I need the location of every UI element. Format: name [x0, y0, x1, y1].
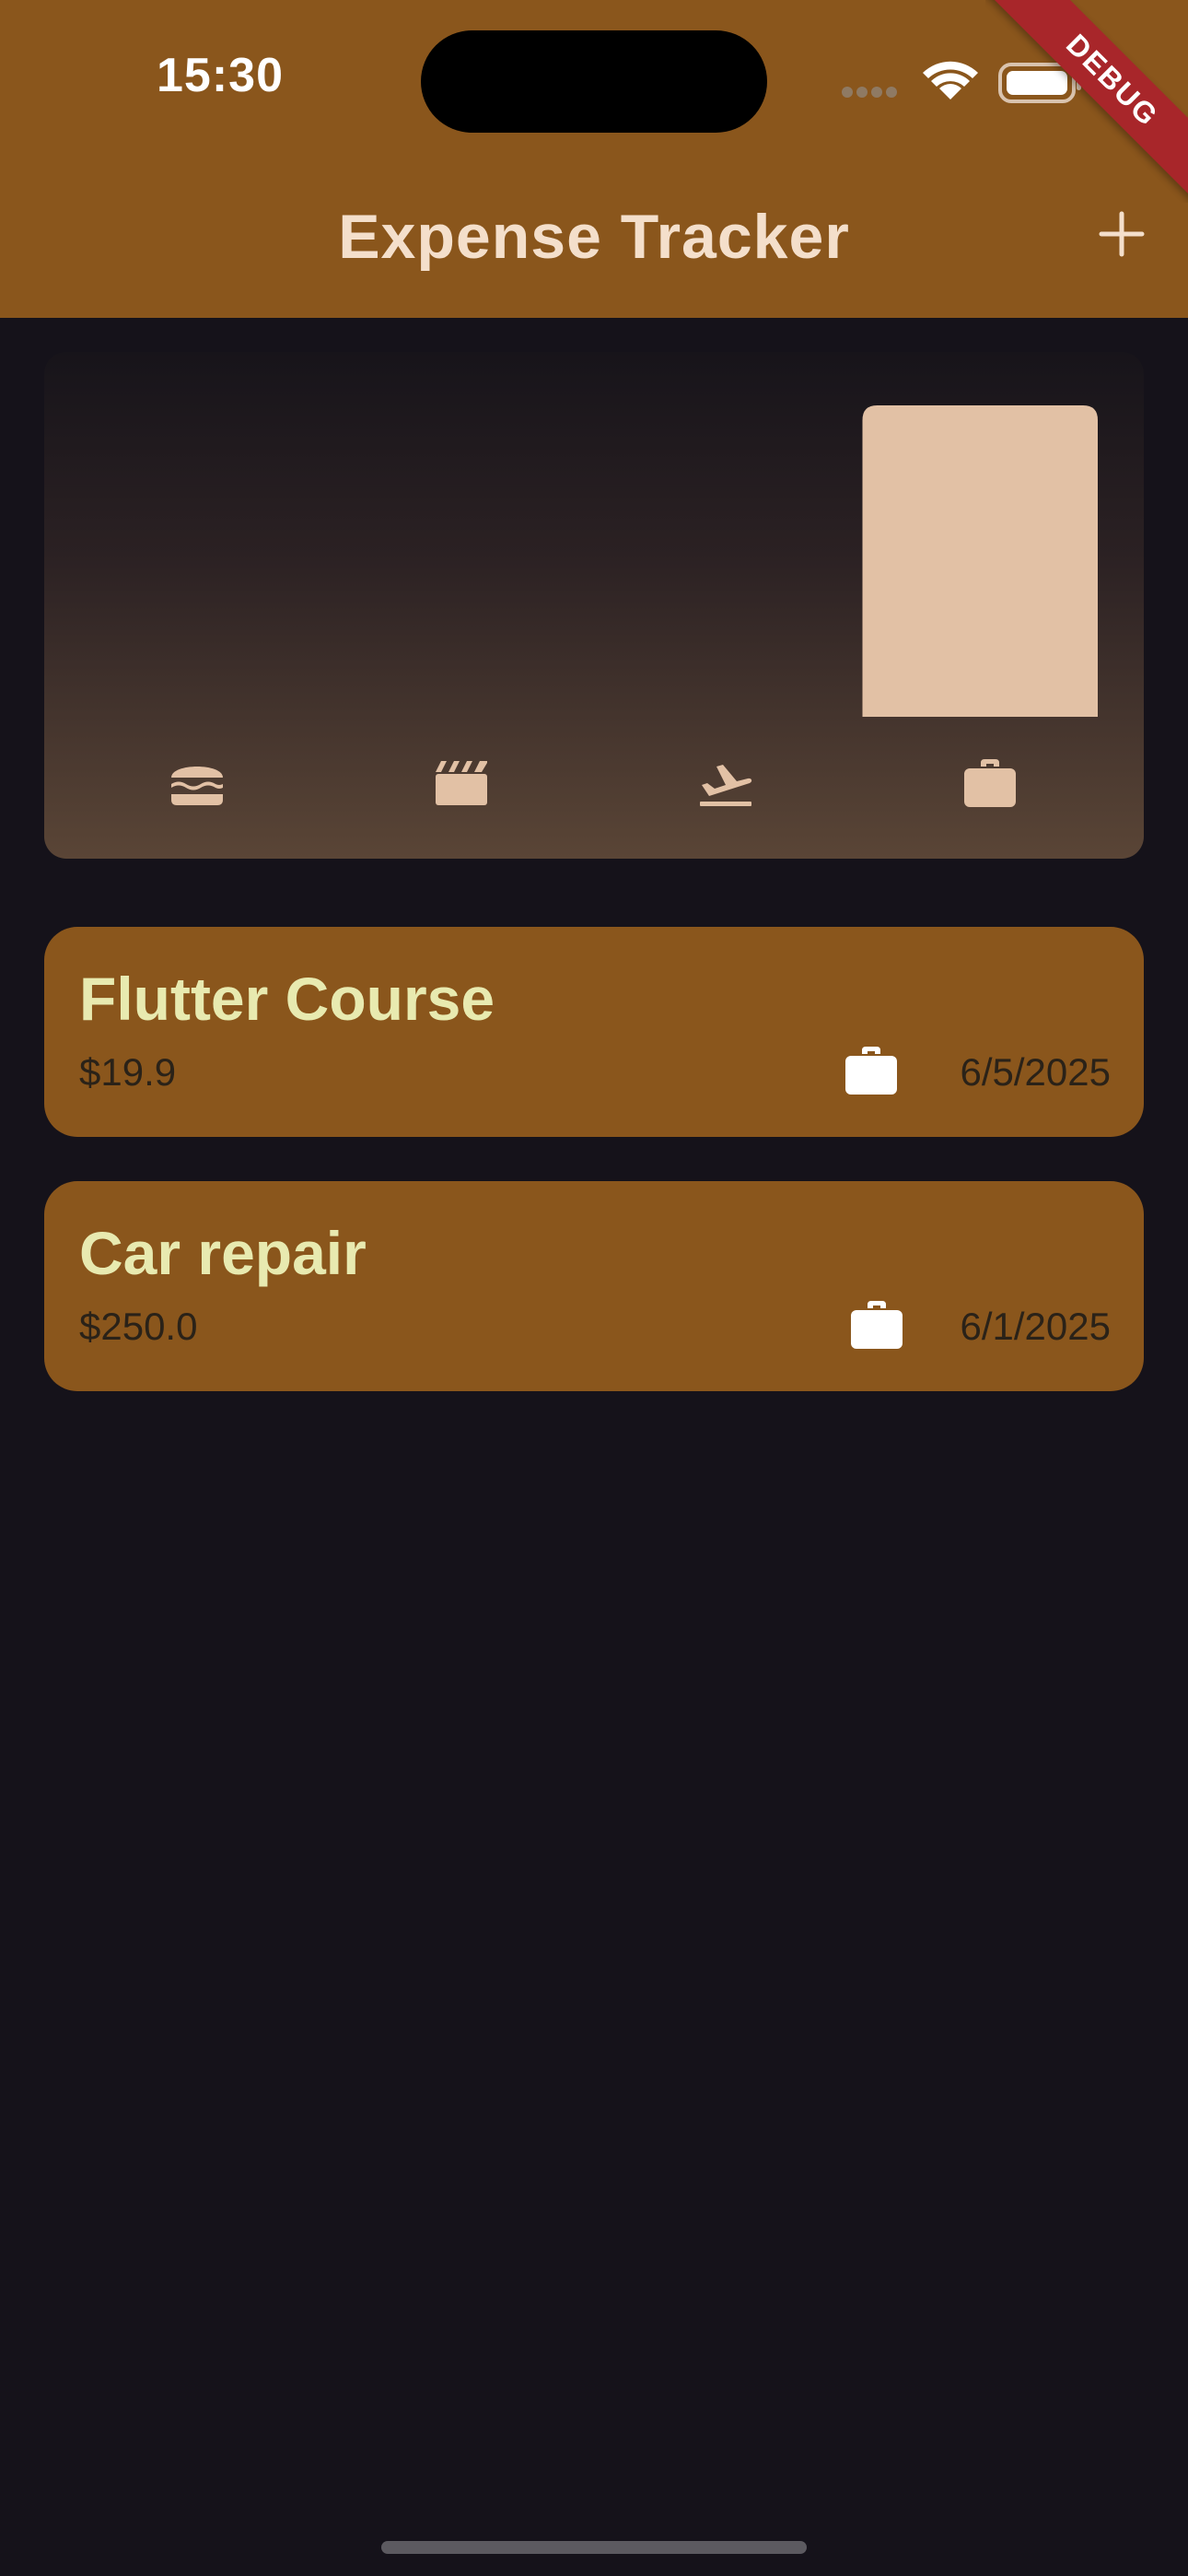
briefcase-icon: [964, 759, 1016, 807]
expense-title: Car repair: [79, 1219, 367, 1287]
expense-item[interactable]: Car repair $250.0 6/1/2025: [44, 1181, 1144, 1391]
expense-title: Flutter Course: [79, 965, 495, 1033]
wifi-icon: [923, 61, 978, 100]
hamburger-icon: [171, 767, 223, 805]
briefcase-icon: [845, 1047, 897, 1095]
briefcase-icon: [851, 1301, 903, 1349]
debug-banner: DEBUG: [985, 0, 1188, 203]
chart-bar-work: [862, 405, 1098, 717]
expense-item[interactable]: Flutter Course $19.9 6/5/2025: [44, 927, 1144, 1137]
cellular-signal-icon: [842, 87, 897, 98]
page-title: Expense Tracker: [338, 202, 850, 272]
expense-date: 6/5/2025: [960, 1050, 1112, 1094]
expense-amount: $19.9: [79, 1050, 177, 1094]
expense-date: 6/1/2025: [960, 1305, 1112, 1348]
status-time: 15:30: [157, 49, 284, 102]
add-expense-button[interactable]: [1094, 206, 1149, 262]
flight-takeoff-icon: [700, 765, 752, 806]
home-indicator: [381, 2541, 807, 2554]
add-icon: [1099, 211, 1145, 257]
debug-banner-label: DEBUG: [985, 0, 1188, 203]
movie-clapper-icon: [436, 761, 487, 805]
expense-chart: [44, 352, 1144, 859]
expense-amount: $250.0: [79, 1305, 198, 1348]
dynamic-island: [421, 30, 767, 133]
